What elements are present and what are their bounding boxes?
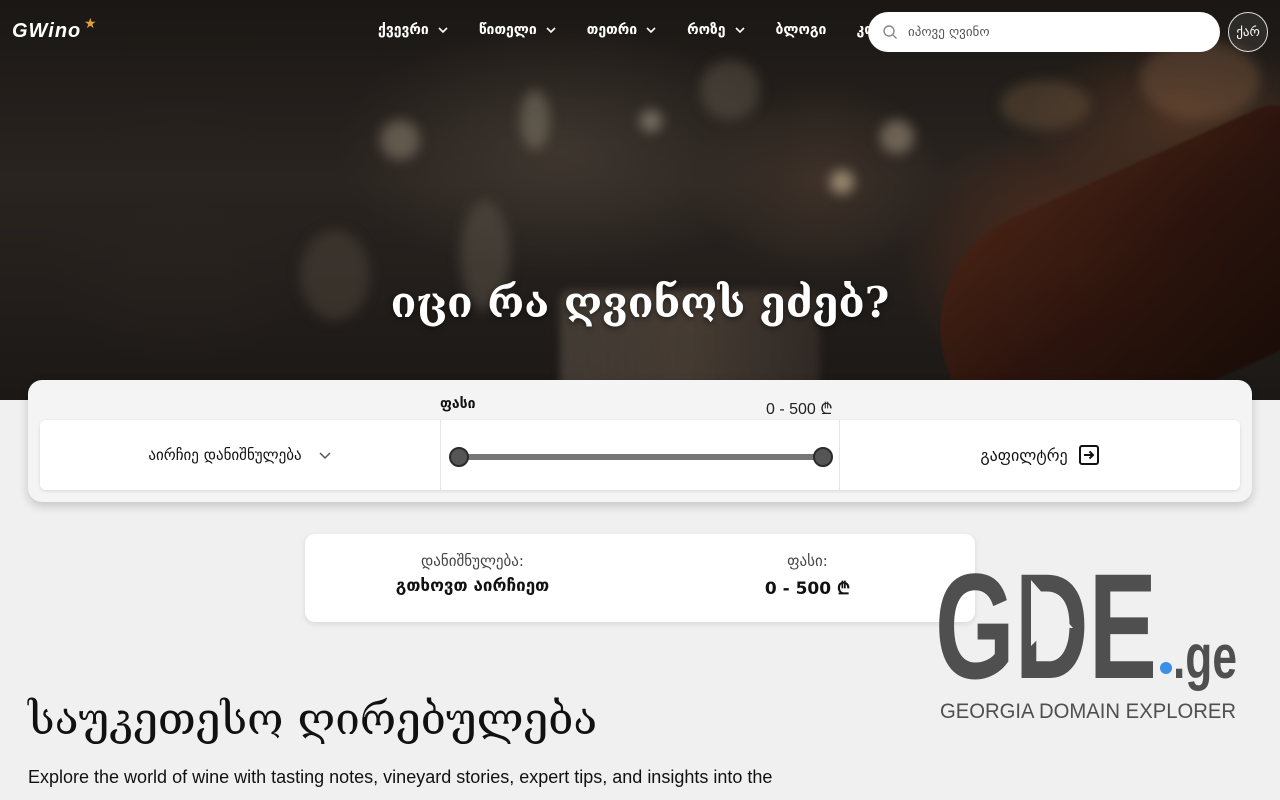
hero-title: იცი რა ღვინოს ეძებ? — [390, 278, 890, 327]
slider-track — [459, 454, 823, 460]
chevron-down-icon — [319, 452, 331, 460]
hero-banner: იცი რა ღვინოს ეძებ? — [0, 0, 1280, 400]
nav-item-label: თეთრი — [586, 22, 638, 38]
slider-max-handle[interactable] — [813, 447, 833, 467]
nav-item-qvevri[interactable]: ქვევრი — [378, 22, 449, 38]
summary-purpose-label: დანიშნულება: — [421, 552, 524, 570]
filter-row: აირჩიე დანიშნულება გაფილტრე — [40, 420, 1240, 490]
gde-tld: .ge — [1173, 623, 1237, 692]
chevron-down-icon — [438, 27, 448, 34]
section-title: საუკეთესო ღირებულება — [28, 694, 598, 745]
purpose-select-label: აირჩიე დანიშნულება — [148, 446, 302, 464]
nav-item-label: წითელი — [478, 22, 537, 38]
search-bar — [868, 12, 1220, 52]
gde-watermark-logo: GDE .ge GEORGIA DOMAIN EXPLORER — [935, 550, 1237, 723]
summary-price-label: ფასი: — [787, 552, 828, 570]
slider-min-handle[interactable] — [449, 447, 469, 467]
enter-icon — [1078, 445, 1099, 465]
nav-item-label: ქვევრი — [378, 22, 429, 38]
nav-item-label: როზე — [687, 22, 726, 38]
gde-tagline: GEORGIA DOMAIN EXPLORER — [940, 700, 1236, 723]
nav-item-red[interactable]: წითელი — [479, 22, 557, 38]
section-description: Explore the world of wine with tasting n… — [28, 767, 773, 787]
site-logo[interactable]: GWino — [12, 20, 81, 43]
purpose-select[interactable]: აირჩიე დანიშნულება — [40, 420, 440, 490]
chevron-down-icon — [646, 27, 656, 34]
filter-button-label: გაფილტრე — [980, 445, 1068, 465]
price-slider[interactable] — [440, 420, 840, 490]
search-input[interactable] — [908, 24, 1198, 40]
summary-purpose: დანიშნულება: გთხოვთ აირჩიეთ — [305, 534, 640, 622]
gde-dot — [1160, 662, 1172, 674]
chevron-down-icon — [546, 27, 556, 34]
search-icon — [883, 25, 897, 39]
summary-price: ფასი: 0 - 500 ₾ — [640, 534, 975, 622]
nav-item-rose[interactable]: როზე — [687, 22, 745, 38]
summary-price-value: 0 - 500 ₾ — [764, 579, 851, 599]
filter-summary-card: დანიშნულება: გთხოვთ აირჩიეთ ფასი: 0 - 50… — [305, 534, 975, 622]
logo-star-icon: ★ — [84, 16, 97, 32]
price-filter-title: ფასი — [440, 396, 476, 412]
avatar[interactable]: ქარ — [1228, 12, 1268, 52]
summary-purpose-value: გთხოვთ აირჩიეთ — [395, 576, 550, 596]
nav-item-blog[interactable]: ბლოგი — [776, 22, 827, 38]
price-range-label: 0 - 500 ₾ — [766, 401, 833, 418]
filter-button[interactable]: გაფილტრე — [840, 420, 1240, 490]
nav-item-label: ბლოგი — [775, 22, 827, 38]
main-nav: ქვევრი წითელი თეთრი როზე ბლოგი კონტ — [378, 22, 923, 38]
chevron-down-icon — [734, 27, 745, 34]
nav-item-white[interactable]: თეთრი — [587, 22, 657, 38]
